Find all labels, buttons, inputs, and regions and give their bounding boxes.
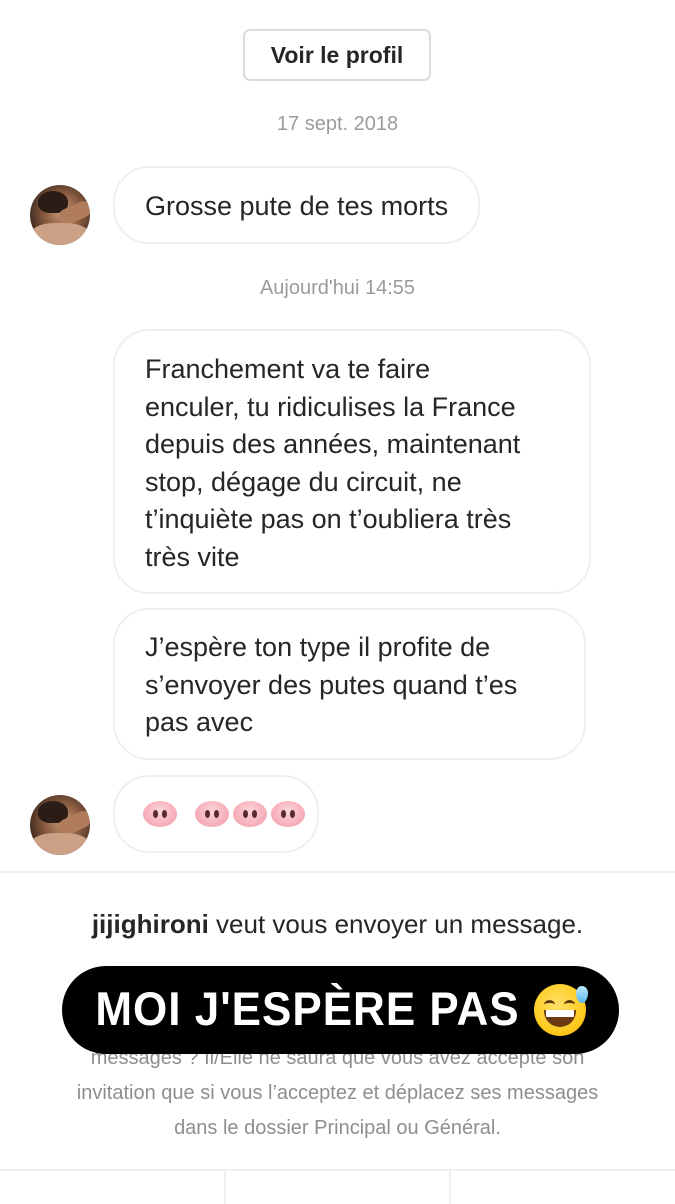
pig-nose-icon — [271, 801, 305, 827]
action-divider — [449, 1171, 451, 1204]
timestamp-first: 17 sept. 2018 — [276, 113, 399, 135]
request-action-bar — [0, 1169, 675, 1204]
message-bubble[interactable]: J’espère ton type il profite de s’envoye… — [113, 608, 586, 760]
message-text: J’espère ton type il profite de s’envoye… — [145, 632, 518, 737]
avatar-shoulder — [30, 833, 90, 855]
request-title-text: veut vous envoyer un message. — [208, 909, 584, 939]
view-profile-button[interactable]: Voir le profil — [243, 29, 431, 81]
message-text: Grosse pute de tes morts — [145, 191, 449, 221]
action-divider — [224, 1171, 226, 1204]
caption-text: MOI J'ESPÈRE PAS — [95, 983, 520, 1036]
pig-nose-icon — [143, 801, 177, 827]
message-bubble[interactable]: Franchement va te faire enculer, tu ridi… — [113, 329, 591, 594]
emoji-message-bubble[interactable] — [113, 775, 319, 853]
timestamp-second: Aujourd'hui 14:55 — [259, 277, 416, 299]
avatar-shoulder — [30, 223, 90, 245]
message-text: Franchement va te faire enculer, tu ridi… — [145, 354, 521, 572]
request-explanation: messages ? Il/Elle ne saura que vous ave… — [30, 1041, 645, 1146]
request-explanation-line: invitation que si vous l’acceptez et dép… — [76, 1082, 599, 1104]
request-username[interactable]: jijighironi — [92, 909, 209, 939]
pig-nose-icon — [233, 801, 267, 827]
avatar[interactable] — [30, 185, 90, 245]
caption-overlay: MOI J'ESPÈRE PAS — [62, 966, 619, 1054]
avatar[interactable] — [30, 795, 90, 855]
pig-nose-icon — [195, 801, 229, 827]
request-explanation-line: dans le dossier Principal ou Général. — [174, 1117, 501, 1139]
grinning-sweat-icon — [533, 984, 588, 1036]
message-bubble[interactable]: Grosse pute de tes morts — [113, 166, 481, 244]
request-title: jijighironi veut vous envoyer un message… — [0, 909, 675, 940]
